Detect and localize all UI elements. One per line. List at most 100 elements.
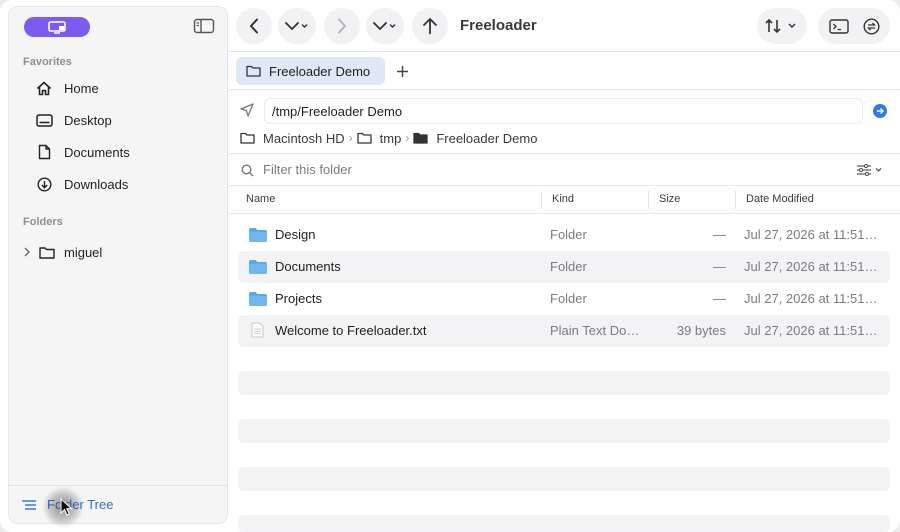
favorites-section-label: Favorites bbox=[23, 56, 72, 68]
file-date: Jul 27, 2026 at 11:51… bbox=[744, 291, 878, 306]
sidebar-header bbox=[17, 16, 219, 38]
file-name: Welcome to Freeloader.txt bbox=[275, 323, 427, 338]
folders-section-label: Folders bbox=[23, 216, 63, 228]
table-header: Name Kind Size Date Modified bbox=[228, 186, 900, 214]
text-file-icon bbox=[251, 322, 264, 338]
folder-icon bbox=[240, 132, 255, 144]
new-tab-button[interactable] bbox=[392, 61, 412, 81]
table-row[interactable]: Welcome to Freeloader.txt Plain Text Do…… bbox=[238, 315, 890, 347]
mouse-cursor-icon bbox=[60, 498, 74, 516]
tab-bar: Freeloader Demo bbox=[228, 52, 900, 90]
column-header-size[interactable]: Size bbox=[659, 193, 680, 205]
sidebar-item-label: miguel bbox=[64, 244, 103, 260]
terminal-icon[interactable] bbox=[828, 18, 849, 34]
file-size: — bbox=[713, 227, 726, 242]
sidebar-item-label: Downloads bbox=[64, 176, 129, 192]
folder-filled-icon bbox=[413, 132, 428, 144]
chevron-right-icon bbox=[338, 18, 347, 34]
sidebar-item-desktop[interactable]: Desktop bbox=[35, 108, 215, 132]
table-row[interactable]: Design Folder — Jul 27, 2026 at 11:51… bbox=[238, 219, 890, 251]
search-icon bbox=[241, 164, 254, 177]
breadcrumb-item[interactable]: Freeloader Demo bbox=[436, 131, 537, 146]
chevron-down-icon bbox=[285, 22, 308, 31]
filter-input[interactable]: Filter this folder bbox=[263, 162, 352, 177]
file-kind: Plain Text Do… bbox=[550, 323, 640, 338]
computer-icon bbox=[48, 20, 66, 34]
download-icon bbox=[35, 176, 53, 192]
tab-label: Freeloader Demo bbox=[269, 63, 371, 79]
filter-bar[interactable]: Filter this folder bbox=[228, 155, 900, 186]
folder-icon bbox=[249, 292, 267, 306]
path-field[interactable]: /tmp/Freeloader Demo bbox=[264, 98, 863, 124]
chevron-down-icon bbox=[373, 22, 396, 31]
file-name: Documents bbox=[275, 259, 341, 274]
sidebar-icon bbox=[193, 18, 215, 34]
sync-icon[interactable] bbox=[862, 17, 880, 35]
column-header-name[interactable]: Name bbox=[246, 193, 275, 205]
file-date: Jul 27, 2026 at 11:51… bbox=[744, 227, 878, 242]
sidebar: Favorites Home Desktop Documents Downloa… bbox=[8, 6, 228, 524]
sidebar-toggle-button[interactable] bbox=[193, 18, 215, 36]
column-header-date[interactable]: Date Modified bbox=[746, 193, 814, 205]
table-row[interactable]: Documents Folder — Jul 27, 2026 at 11:51… bbox=[238, 251, 890, 283]
chevron-right-icon: › bbox=[348, 131, 353, 145]
folder-icon bbox=[249, 260, 267, 274]
column-divider[interactable] bbox=[541, 191, 542, 209]
folder-icon bbox=[246, 65, 261, 77]
breadcrumb-item[interactable]: Macintosh HD bbox=[263, 131, 345, 146]
file-date: Jul 27, 2026 at 11:51… bbox=[744, 323, 878, 338]
file-size: — bbox=[713, 259, 726, 274]
folder-icon bbox=[356, 132, 372, 144]
sidebar-item-label: Home bbox=[64, 80, 99, 96]
sidebar-item-home[interactable]: Home bbox=[35, 76, 215, 100]
sort-button[interactable] bbox=[757, 8, 807, 44]
desktop-icon bbox=[35, 112, 53, 128]
up-button[interactable] bbox=[412, 8, 448, 44]
empty-row-stripe bbox=[238, 419, 890, 443]
file-date: Jul 27, 2026 at 11:51… bbox=[744, 259, 878, 274]
go-arrow-icon[interactable] bbox=[873, 104, 887, 118]
breadcrumb-item[interactable]: tmp bbox=[380, 131, 402, 146]
table-row[interactable]: Projects Folder — Jul 27, 2026 at 11:51… bbox=[238, 283, 890, 315]
chevron-left-icon bbox=[249, 18, 258, 34]
sort-icon bbox=[765, 18, 796, 34]
folder-icon bbox=[249, 228, 267, 242]
sidebar-item-miguel[interactable]: miguel bbox=[23, 240, 102, 264]
file-name: Projects bbox=[275, 291, 322, 306]
chevron-right-icon: › bbox=[405, 131, 410, 145]
sidebar-item-label: Documents bbox=[64, 144, 130, 160]
file-kind: Folder bbox=[550, 227, 587, 242]
sidebar-item-downloads[interactable]: Downloads bbox=[35, 172, 215, 196]
breadcrumb: Macintosh HD › tmp › Freeloader Demo bbox=[240, 128, 537, 148]
toolbar: Freeloader bbox=[228, 0, 900, 52]
empty-row-stripe bbox=[238, 371, 890, 395]
chevron-right-icon[interactable] bbox=[23, 247, 35, 257]
list-icon bbox=[21, 499, 37, 511]
forward-button[interactable] bbox=[324, 8, 360, 44]
sidebar-item-documents[interactable]: Documents bbox=[35, 140, 215, 164]
file-size: — bbox=[713, 291, 726, 306]
back-history-button[interactable] bbox=[278, 8, 316, 44]
column-divider[interactable] bbox=[648, 191, 649, 209]
sidebar-item-label: Desktop bbox=[64, 112, 112, 128]
arrow-up-icon bbox=[423, 17, 437, 35]
file-name: Design bbox=[275, 227, 316, 242]
home-icon bbox=[35, 80, 53, 96]
folder-icon bbox=[39, 246, 55, 259]
document-icon bbox=[35, 144, 53, 160]
column-header-kind[interactable]: Kind bbox=[552, 193, 574, 205]
window-title: Freeloader bbox=[460, 17, 537, 34]
computer-button[interactable] bbox=[24, 17, 90, 37]
file-kind: Folder bbox=[550, 259, 587, 274]
forward-history-button[interactable] bbox=[366, 8, 404, 44]
filter-options-icon[interactable] bbox=[856, 164, 884, 176]
back-button[interactable] bbox=[236, 8, 272, 44]
path-area: /tmp/Freeloader Demo Macintosh HD › tmp … bbox=[228, 90, 900, 154]
empty-row-stripe bbox=[238, 515, 890, 532]
location-arrow-icon bbox=[240, 103, 254, 117]
column-divider[interactable] bbox=[735, 191, 736, 209]
tab-freeloader-demo[interactable]: Freeloader Demo bbox=[236, 57, 385, 85]
file-size: 39 bytes bbox=[676, 323, 726, 338]
finder-window: Favorites Home Desktop Documents Downloa… bbox=[0, 0, 900, 532]
empty-row-stripe bbox=[238, 467, 890, 491]
